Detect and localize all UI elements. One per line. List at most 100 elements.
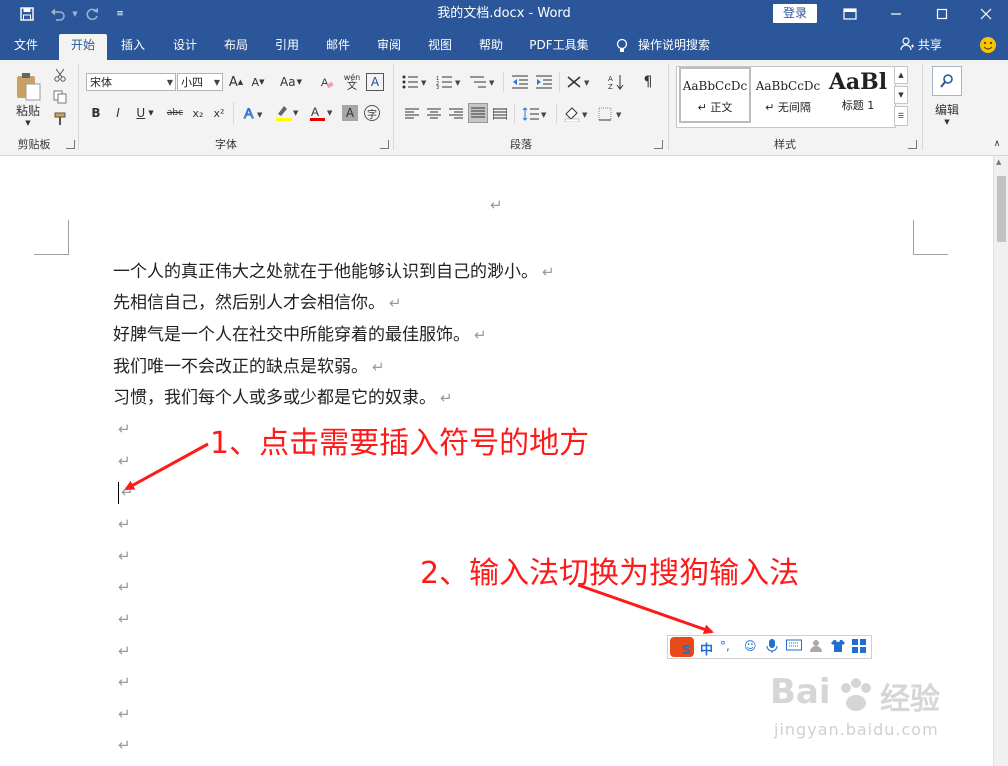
- empty-paragraph-mark[interactable]: ↵: [118, 642, 131, 660]
- tab-mailings[interactable]: 邮件: [318, 34, 358, 60]
- empty-paragraph-mark[interactable]: ↵: [118, 547, 131, 565]
- cut-icon[interactable]: [50, 66, 70, 84]
- format-painter-icon[interactable]: [50, 110, 70, 128]
- empty-paragraph-mark[interactable]: ↵: [121, 483, 134, 501]
- shrink-font-button[interactable]: A ▼: [250, 73, 266, 91]
- character-border-icon[interactable]: A: [366, 73, 384, 91]
- close-icon[interactable]: [972, 0, 1000, 28]
- save-icon[interactable]: [14, 0, 40, 28]
- style-normal[interactable]: AaBbCcDc ↵ 正文: [679, 67, 751, 123]
- smiley-feedback-icon[interactable]: [976, 34, 1000, 60]
- undo-dropdown-icon[interactable]: ▼: [70, 0, 80, 28]
- superscript-button[interactable]: x²: [211, 104, 227, 122]
- ime-user-icon[interactable]: [810, 639, 824, 656]
- sogou-logo-icon[interactable]: S: [670, 637, 694, 657]
- underline-button[interactable]: U ▼: [132, 104, 158, 122]
- justify-icon[interactable]: [468, 103, 488, 123]
- paragraph-4[interactable]: 我们唯一不会改正的缺点是软弱。 ↵: [113, 354, 385, 380]
- highlight-color-icon[interactable]: ▼: [272, 104, 302, 122]
- editing-button[interactable]: 编辑 ▼: [926, 98, 968, 128]
- clear-formatting-icon[interactable]: A: [318, 73, 336, 91]
- grow-font-button[interactable]: A ▲: [228, 73, 244, 91]
- paste-button[interactable]: 粘贴 ▼: [8, 66, 48, 132]
- ime-toolbox-icon[interactable]: [852, 639, 866, 656]
- shading-icon[interactable]: ▼: [562, 104, 592, 124]
- font-size-combo[interactable]: 小四 ▼: [177, 73, 223, 91]
- text-effects-icon[interactable]: A ▼: [240, 104, 268, 122]
- clipboard-launcher-icon[interactable]: [66, 140, 75, 149]
- empty-paragraph-mark[interactable]: ↵: [118, 578, 131, 596]
- numbering-icon[interactable]: 1 2 3 ▼: [434, 72, 464, 92]
- italic-button[interactable]: I: [110, 104, 126, 122]
- phonetic-guide-button[interactable]: wén 文: [342, 71, 362, 93]
- styles-launcher-icon[interactable]: [908, 140, 917, 149]
- change-case-button[interactable]: Aa ▼: [278, 73, 304, 91]
- borders-icon[interactable]: ▼: [596, 104, 626, 124]
- paragraph-5[interactable]: 习惯，我们每个人或多或少都是它的奴隶。 ↵: [113, 385, 453, 411]
- empty-paragraph-mark[interactable]: ↵: [118, 420, 131, 438]
- empty-paragraph-mark[interactable]: ↵: [118, 673, 131, 691]
- find-icon[interactable]: [932, 66, 962, 96]
- style-heading-1[interactable]: AaBl 标题 1: [824, 67, 892, 123]
- empty-paragraph-mark[interactable]: ↵: [118, 452, 131, 470]
- tab-help[interactable]: 帮助: [471, 34, 511, 60]
- strikethrough-button[interactable]: abc: [164, 104, 186, 122]
- tab-references[interactable]: 引用: [267, 34, 307, 60]
- login-button[interactable]: 登录: [773, 4, 817, 23]
- bullets-icon[interactable]: ▼: [400, 72, 430, 92]
- undo-icon[interactable]: [44, 0, 72, 28]
- font-launcher-icon[interactable]: [380, 140, 389, 149]
- align-right-icon[interactable]: [446, 104, 466, 124]
- ime-emoji-icon[interactable]: ☺: [744, 639, 757, 653]
- paste-dropdown-icon[interactable]: ▼: [25, 119, 30, 127]
- increase-indent-icon[interactable]: [534, 72, 554, 92]
- align-center-icon[interactable]: [424, 104, 444, 124]
- line-spacing-icon[interactable]: ▼: [520, 104, 550, 124]
- empty-paragraph-mark[interactable]: ↵: [118, 705, 131, 723]
- empty-paragraph-mark[interactable]: ↵: [118, 515, 131, 533]
- chinese-layout-icon[interactable]: ▼: [564, 72, 594, 92]
- tab-review[interactable]: 审阅: [369, 34, 409, 60]
- maximize-icon[interactable]: [928, 0, 956, 28]
- copy-icon[interactable]: [50, 88, 70, 106]
- styles-more-icon[interactable]: ☰: [894, 106, 908, 126]
- character-shading-icon[interactable]: A: [342, 105, 358, 121]
- sort-icon[interactable]: AZ: [606, 72, 626, 92]
- tab-pdf-tools[interactable]: PDF工具集: [522, 34, 596, 60]
- share-button[interactable]: 共享: [896, 34, 946, 60]
- font-name-combo[interactable]: 宋体 ▼: [86, 73, 176, 91]
- ime-voice-icon[interactable]: [766, 639, 778, 656]
- styles-scroll-down-icon[interactable]: ▼: [894, 86, 908, 104]
- ribbon-display-options-icon[interactable]: [836, 0, 864, 28]
- tab-file[interactable]: 文件: [6, 34, 46, 60]
- vertical-scrollbar[interactable]: ▲: [993, 156, 1008, 766]
- tab-home[interactable]: 开始: [59, 34, 107, 60]
- font-color-icon[interactable]: A ▼: [306, 104, 336, 122]
- tell-me-search[interactable]: 操作说明搜索: [638, 34, 718, 60]
- tab-view[interactable]: 视图: [420, 34, 460, 60]
- enclose-characters-icon[interactable]: 字: [364, 105, 380, 121]
- customize-qat-icon[interactable]: ≡: [112, 0, 128, 28]
- minimize-icon[interactable]: [882, 0, 910, 28]
- paragraph-3[interactable]: 好脾气是一个人在社交中所能穿着的最佳服饰。 ↵: [113, 322, 487, 348]
- collapse-ribbon-icon[interactable]: ∧: [990, 138, 1004, 150]
- ime-mode-chinese[interactable]: 中: [700, 639, 713, 658]
- bold-button[interactable]: B: [88, 104, 104, 122]
- ime-keyboard-icon[interactable]: [786, 639, 802, 654]
- decrease-indent-icon[interactable]: [510, 72, 530, 92]
- styles-scroll-up-icon[interactable]: ▲: [894, 66, 908, 84]
- ime-skin-icon[interactable]: [830, 639, 846, 656]
- tab-design[interactable]: 设计: [165, 34, 205, 60]
- align-left-icon[interactable]: [402, 104, 422, 124]
- ime-punctuation[interactable]: °,: [720, 639, 730, 653]
- empty-paragraph-mark[interactable]: ↵: [118, 610, 131, 628]
- style-no-spacing[interactable]: AaBbCcDc ↵ 无间隔: [752, 67, 824, 123]
- distributed-icon[interactable]: [490, 104, 510, 124]
- redo-icon[interactable]: [82, 0, 102, 28]
- tab-insert[interactable]: 插入: [113, 34, 153, 60]
- sogou-ime-toolbar[interactable]: S 中 °, ☺: [667, 635, 872, 659]
- tab-layout[interactable]: 布局: [216, 34, 256, 60]
- scroll-thumb[interactable]: [997, 176, 1006, 242]
- empty-paragraph-mark[interactable]: ↵: [118, 736, 131, 754]
- multilevel-list-icon[interactable]: ▼: [468, 72, 498, 92]
